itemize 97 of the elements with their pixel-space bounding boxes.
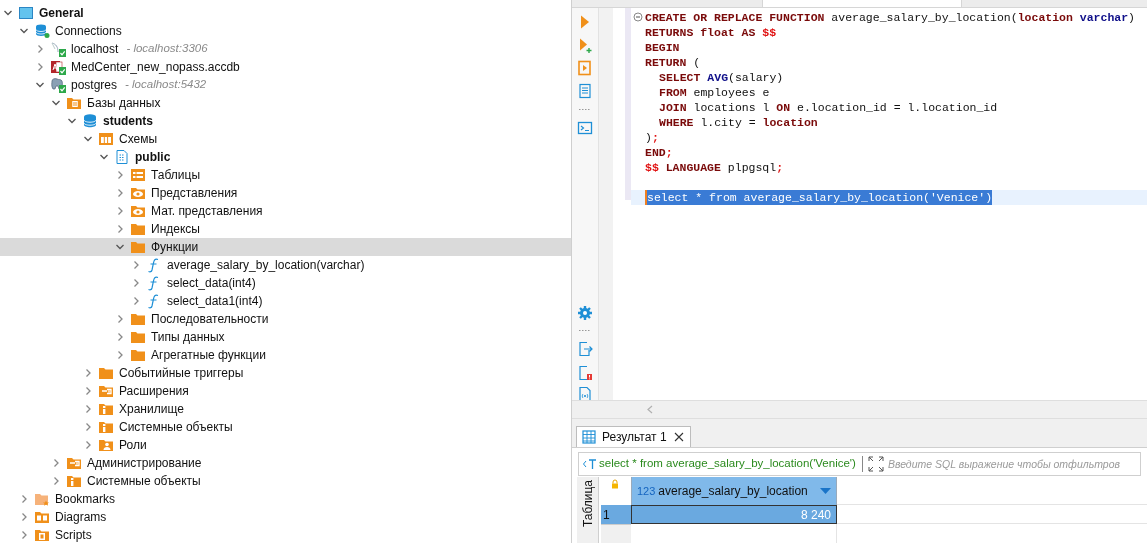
toolbar-separator-icon [578, 108, 592, 111]
document-error-icon[interactable] [577, 365, 593, 381]
tree-item[interactable]: average_salary_by_location(varchar) [0, 256, 571, 274]
tree-item[interactable]: Администрирование [0, 454, 571, 472]
plug-folder-icon [98, 383, 114, 399]
tree-item[interactable]: Событийные триггеры [0, 364, 571, 382]
database-icon [34, 23, 50, 39]
grid-icon [582, 430, 596, 444]
tree-item[interactable]: Scripts [0, 526, 571, 543]
code-line: RETURN ( [644, 55, 702, 70]
code-line: CREATE OR REPLACE FUNCTION average_salary_by_location(location varchar) [631, 10, 1147, 25]
connection-address: - localhost:5432 [125, 77, 207, 93]
tree-item[interactable]: Роли [0, 436, 571, 454]
tree-item[interactable]: Последовательности [0, 310, 571, 328]
tree-item[interactable]: Типы данных [0, 328, 571, 346]
tree-item[interactable]: General [0, 4, 571, 22]
project-icon [18, 5, 34, 21]
code-line: END; [644, 145, 674, 160]
schema-icon [114, 149, 130, 165]
tree-item[interactable]: Схемы [0, 130, 571, 148]
filter-input[interactable]: Введите SQL выражение чтобы отфильтров [887, 454, 1140, 474]
type-label: 123 [637, 483, 656, 499]
toolbar-separator-icon [578, 329, 592, 332]
code-line: BEGIN [644, 40, 681, 55]
terminal-icon[interactable] [577, 120, 593, 136]
scroll-left-icon[interactable] [647, 405, 653, 414]
tree-item[interactable]: Таблицы [0, 166, 571, 184]
folder-icon [130, 329, 146, 345]
close-icon[interactable] [672, 431, 685, 443]
tree-item[interactable]: Системные объекты [0, 418, 571, 436]
database-folder-icon [66, 95, 82, 111]
code-line: SELECT AVG(salary) [658, 70, 785, 85]
info-folder-icon [66, 473, 82, 489]
tree-item[interactable]: postgres - localhost:5432 [0, 76, 571, 94]
script-play-icon[interactable] [577, 60, 593, 76]
database-icon [82, 113, 98, 129]
tree-item[interactable]: MedCenter_new_nopass.accdb [0, 58, 571, 76]
plug-folder-icon [66, 455, 82, 471]
info-folder-icon [98, 419, 114, 435]
expand-icon[interactable] [867, 456, 884, 472]
tree-item[interactable]: students [0, 112, 571, 130]
connection-address: - localhost:3306 [126, 41, 208, 57]
tree-item[interactable]: Индексы [0, 220, 571, 238]
tree-item[interactable]: localhost - localhost:3306 [0, 40, 571, 58]
tree-item[interactable]: select_data1(int4) [0, 292, 571, 310]
eye-icon [130, 203, 146, 219]
eye-icon [130, 185, 146, 201]
lock-icon [611, 479, 619, 489]
folder-icon [130, 239, 146, 255]
tree-item[interactable]: Connections [0, 22, 571, 40]
script-folder-icon [34, 527, 50, 543]
column-header[interactable]: 123 average_salary_by_location [631, 477, 837, 505]
tree-item[interactable]: Хранилище [0, 400, 571, 418]
column-name: average_salary_by_location [658, 483, 809, 500]
export-icon[interactable] [577, 341, 593, 357]
tree-item[interactable]: Системные объекты [0, 472, 571, 490]
document-icon[interactable] [577, 83, 593, 99]
tree-item[interactable]: Расширения [0, 382, 571, 400]
tree-item[interactable]: Базы данных [0, 94, 571, 112]
code-line: ); [644, 130, 660, 145]
query-text: select * from average_salary_by_location('Venice') [599, 456, 856, 472]
document-icon [50, 59, 66, 75]
folder-icon [130, 311, 146, 327]
query-icon [582, 457, 598, 471]
code-line: WHERE l.city = location [658, 115, 819, 130]
dropdown-icon[interactable] [820, 487, 831, 495]
info-folder-icon [98, 401, 114, 417]
tree-item[interactable]: public [0, 148, 571, 166]
play-plus-icon[interactable] [577, 37, 593, 53]
tree-item[interactable]: Мат. представления [0, 202, 571, 220]
tree-item[interactable]: Функции [0, 238, 571, 256]
bookmark-folder-icon [34, 491, 50, 507]
server-icon [50, 41, 66, 57]
row-number[interactable]: 1 [601, 505, 631, 524]
code-line: JOIN locations l ON e.location_id = l.location_id [658, 100, 999, 115]
tree-item[interactable]: Агрегатные функции [0, 346, 571, 364]
diagram-folder-icon [34, 509, 50, 525]
tree-item[interactable]: select_data(int4) [0, 274, 571, 292]
folder-icon [130, 347, 146, 363]
tree-item[interactable]: Представления [0, 184, 571, 202]
table-icon [130, 167, 146, 183]
code-line: $$ LANGUAGE plpgsql; [644, 160, 785, 175]
code-line: FROM employees e [658, 85, 771, 100]
code-line: RETURNS float AS $$ [644, 25, 778, 40]
user-folder-icon [98, 437, 114, 453]
variables-icon[interactable] [577, 386, 593, 402]
filter-field[interactable]: select * from average_salary_by_location('Venice') Введите SQL выражение чтобы отфильтров [578, 452, 1141, 476]
tree-item[interactable]: Diagrams [0, 508, 571, 526]
settings-icon[interactable] [577, 305, 593, 321]
row-header [601, 524, 631, 543]
elephant-icon [50, 77, 66, 93]
result-tab[interactable]: Результат 1 [576, 426, 691, 447]
schema-grid-icon [98, 131, 114, 147]
fold-icon[interactable] [633, 12, 643, 22]
horizontal-scrollbar[interactable] [572, 400, 1147, 419]
tree-item[interactable]: Bookmarks [0, 490, 571, 508]
folder-icon [98, 365, 114, 381]
